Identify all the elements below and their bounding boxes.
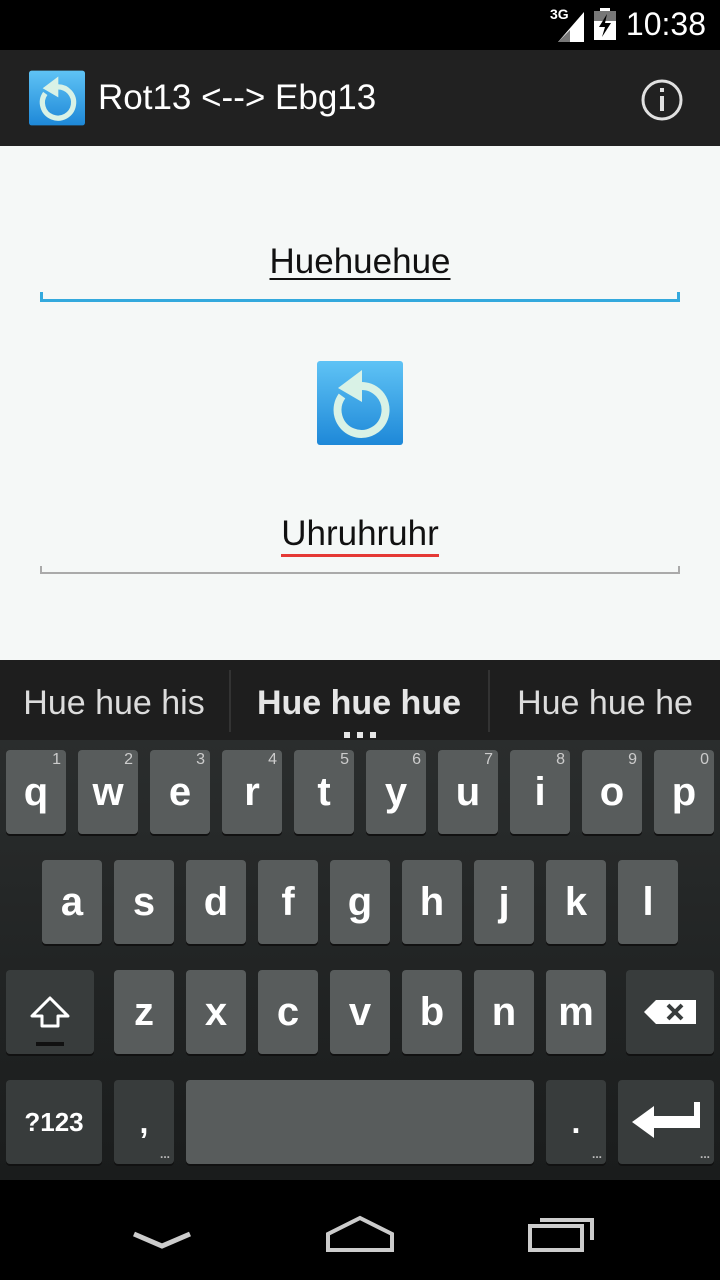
rotate-ccw-icon xyxy=(29,70,85,126)
battery-charging-icon xyxy=(594,8,616,40)
comma-key[interactable]: ,... xyxy=(114,1080,174,1164)
key-g[interactable]: g xyxy=(330,860,390,944)
more-suggestions-icon xyxy=(344,732,376,738)
key-z[interactable]: z xyxy=(114,970,174,1054)
soft-keyboard: q1 w2 e3 r4 t5 y6 u7 i8 o9 p0 a s d f g … xyxy=(0,740,720,1180)
key-d[interactable]: d xyxy=(186,860,246,944)
key-t[interactable]: t5 xyxy=(294,750,354,834)
key-f[interactable]: f xyxy=(258,860,318,944)
symbols-key[interactable]: ?123 xyxy=(6,1080,102,1164)
key-q[interactable]: q1 xyxy=(6,750,66,834)
main-content: Huehuehue Uhruhruhr xyxy=(0,146,720,660)
signal-icon: 3G xyxy=(548,6,588,42)
app-title: Rot13 <--> Ebg13 xyxy=(98,78,377,117)
output-text: Uhruhruhr xyxy=(281,514,439,557)
input-text: Huehuehue xyxy=(269,242,451,281)
key-j[interactable]: j xyxy=(474,860,534,944)
key-w[interactable]: w2 xyxy=(78,750,138,834)
action-bar: Rot13 <--> Ebg13 xyxy=(0,50,720,146)
shift-arrow-icon xyxy=(30,996,70,1046)
period-key[interactable]: .... xyxy=(546,1080,606,1164)
suggestion-right[interactable]: Hue hue he xyxy=(490,660,720,740)
key-e[interactable]: e3 xyxy=(150,750,210,834)
key-m[interactable]: m xyxy=(546,970,606,1054)
enter-key[interactable]: ... xyxy=(618,1080,714,1164)
backspace-key[interactable] xyxy=(626,970,714,1054)
navigation-bar xyxy=(0,1180,720,1280)
suggestion-strip: Hue hue his Hue hue hue Hue hue he xyxy=(0,660,720,740)
key-x[interactable]: x xyxy=(186,970,246,1054)
suggestion-left[interactable]: Hue hue his xyxy=(0,660,228,740)
key-c[interactable]: c xyxy=(258,970,318,1054)
key-b[interactable]: b xyxy=(402,970,462,1054)
space-bar[interactable] xyxy=(186,1080,534,1164)
shift-key[interactable] xyxy=(6,970,94,1054)
key-o[interactable]: o9 xyxy=(582,750,642,834)
key-a[interactable]: a xyxy=(42,860,102,944)
input-field[interactable]: Huehuehue xyxy=(40,242,680,302)
clock: 10:38 xyxy=(625,6,706,42)
key-s[interactable]: s xyxy=(114,860,174,944)
suggestion-center[interactable]: Hue hue hue xyxy=(231,660,487,740)
key-i[interactable]: i8 xyxy=(510,750,570,834)
key-n[interactable]: n xyxy=(474,970,534,1054)
output-field[interactable]: Uhruhruhr xyxy=(40,514,680,574)
key-v[interactable]: v xyxy=(330,970,390,1054)
key-k[interactable]: k xyxy=(546,860,606,944)
key-y[interactable]: y6 xyxy=(366,750,426,834)
home-icon[interactable] xyxy=(322,1214,398,1254)
key-p[interactable]: p0 xyxy=(654,750,714,834)
info-icon[interactable] xyxy=(640,78,684,122)
key-l[interactable]: l xyxy=(618,860,678,944)
key-u[interactable]: u7 xyxy=(438,750,498,834)
key-r[interactable]: r4 xyxy=(222,750,282,834)
status-bar: 3G 10:38 xyxy=(0,0,720,50)
recent-apps-icon[interactable] xyxy=(526,1214,598,1254)
convert-button[interactable] xyxy=(316,360,404,446)
back-chevron-icon[interactable] xyxy=(130,1228,194,1258)
backspace-icon xyxy=(644,1000,696,1024)
key-h[interactable]: h xyxy=(402,860,462,944)
